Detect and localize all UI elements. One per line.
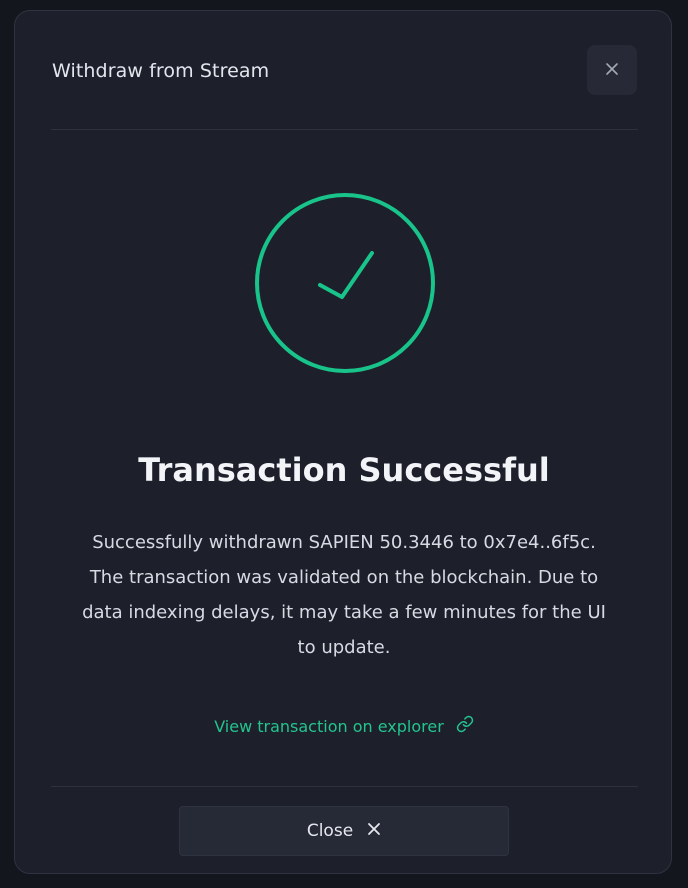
header-divider (51, 129, 638, 130)
footer-divider (51, 786, 638, 787)
modal-title: Withdraw from Stream (52, 60, 270, 82)
close-button[interactable]: Close (179, 806, 509, 856)
withdraw-modal: Withdraw from Stream Transaction Success… (14, 10, 672, 874)
close-icon (367, 821, 381, 841)
link-icon (456, 715, 474, 737)
close-button-label: Close (306, 821, 354, 841)
modal-close-button[interactable] (587, 45, 637, 95)
close-icon (605, 61, 619, 80)
status-heading: Transaction Successful (138, 451, 550, 489)
view-on-explorer-link[interactable]: View transaction on explorer (15, 715, 673, 737)
checkmark-circle-icon (255, 193, 435, 373)
status-message: Successfully withdrawn SAPIEN 50.3446 to… (82, 532, 606, 658)
explorer-link-label: View transaction on explorer (214, 716, 444, 736)
